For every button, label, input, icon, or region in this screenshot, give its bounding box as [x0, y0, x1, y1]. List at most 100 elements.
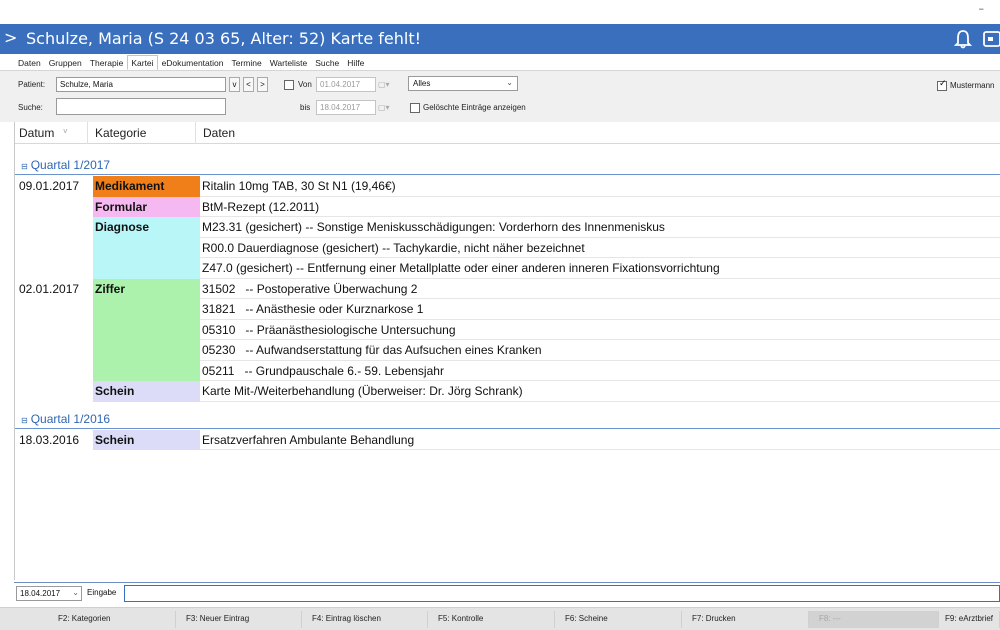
expand-chevron-icon[interactable]: > [4, 29, 17, 47]
suche-label: Suche: [18, 103, 43, 112]
tab-edokumentation[interactable]: eDokumentation [158, 55, 228, 70]
entry-date-value: 18.04.2017 [20, 589, 61, 598]
row-category [93, 360, 200, 381]
tab-therapie[interactable]: Therapie [86, 55, 128, 70]
tab-bar: Daten Gruppen Therapie Kartei eDokumenta… [14, 55, 368, 70]
entry-type-select[interactable]: Alles ⌄ [408, 76, 518, 91]
table-row[interactable]: 02.01.2017 Ziffer 31502 -- Postoperative Ü… [15, 278, 1000, 299]
mustermann-label: Mustermann [950, 81, 995, 90]
f4-delete-entry-button[interactable]: F4: Eintrag löschen [302, 611, 428, 628]
row-category [93, 299, 200, 320]
title-bar: > Schulze, Maria (S 24 03 65, Alter: 52)… [0, 24, 1000, 54]
von-calendar-icon[interactable]: ▢▾ [378, 80, 390, 89]
table-row[interactable]: R00.0 Dauerdiagnose (gesichert) -- Tachy… [15, 237, 1000, 258]
row-category [93, 258, 200, 279]
table-row[interactable]: Schein Karte Mit-/Weiterbehandlung (Überw… [15, 381, 1000, 402]
chevron-down-icon: ⌄ [506, 78, 513, 87]
f8-disabled-button: F8: --- [809, 611, 939, 628]
input-bar: 18.04.2017 ⌄ Eingabe [14, 582, 1000, 602]
column-header-kategorie[interactable]: Kategorie [95, 126, 146, 140]
function-key-bar: F2: Kategorien F3: Neuer Eintrag F4: Ein… [0, 607, 1000, 630]
table-row[interactable]: 05310 -- Präanästhesiologische Untersuch… [15, 319, 1000, 340]
record-grid: Datum ˅ Kategorie Daten ⊟ Quartal 1/2017 0… [14, 122, 1000, 580]
deleted-entries-label: Gelöschte Einträge anzeigen [423, 103, 526, 112]
patient-dropdown-button[interactable]: v [229, 77, 240, 92]
patient-label: Patient: [18, 80, 46, 89]
tab-termine[interactable]: Termine [227, 55, 265, 70]
mustermann-checkbox[interactable] [937, 79, 947, 91]
window-title: Schulze, Maria (S 24 03 65, Alter: 52) K… [26, 29, 422, 48]
f5-kontrolle-button[interactable]: F5: Kontrolle [428, 611, 555, 628]
table-row[interactable]: 09.01.2017 Medikament Ritalin 10mg TAB, 30… [15, 176, 1000, 197]
column-divider[interactable] [87, 122, 88, 144]
sort-indicator-icon: ˅ [63, 127, 68, 136]
row-date: 18.03.2016 [19, 432, 80, 447]
row-date: 02.01.2017 [19, 281, 80, 296]
suche-input[interactable] [56, 98, 226, 115]
collapse-icon[interactable]: ⊟ [21, 416, 28, 425]
row-category: Schein [93, 381, 200, 402]
row-category: Ziffer [93, 278, 200, 299]
f6-scheine-button[interactable]: F6: Scheine [555, 611, 682, 628]
column-header-datum[interactable]: Datum [19, 126, 54, 140]
collapse-icon[interactable]: ⊟ [21, 162, 28, 171]
table-row[interactable]: Z47.0 (gesichert) -- Entfernung einer Me… [15, 258, 1000, 279]
row-category [93, 340, 200, 361]
bis-date-input[interactable]: 18.04.2017 [316, 100, 376, 115]
tab-hilfe[interactable]: Hilfe [343, 55, 368, 70]
row-data: 31821 -- Anästhesie oder Kurznarkose 1 [200, 299, 1000, 320]
bell-icon[interactable] [952, 28, 974, 50]
patient-input[interactable]: Schulze, Maria [56, 77, 226, 92]
row-data: BtM-Rezept (12.2011) [200, 197, 1000, 217]
f9-earztbrief-button[interactable]: F9: eArztbrief [939, 611, 1000, 628]
row-category [93, 319, 200, 340]
row-date: 09.01.2017 [19, 179, 80, 193]
von-label: Von [298, 80, 312, 89]
tab-gruppen[interactable]: Gruppen [45, 55, 86, 70]
row-category [93, 237, 200, 258]
column-header-daten[interactable]: Daten [203, 126, 235, 140]
entry-date-select[interactable]: 18.04.2017 ⌄ [16, 586, 82, 601]
previous-patient-button[interactable]: < [243, 77, 254, 92]
eingabe-label: Eingabe [87, 588, 117, 597]
row-data: Ritalin 10mg TAB, 30 St N1 (19,46€) [200, 176, 1000, 197]
von-date-input[interactable]: 01.04.2017 [316, 77, 376, 92]
next-patient-button[interactable]: > [257, 77, 268, 92]
column-divider[interactable] [195, 122, 196, 144]
table-row[interactable]: 18.03.2016 Schein Ersatzverfahren Ambulant… [15, 429, 1000, 450]
card-reader-icon[interactable] [982, 30, 1000, 48]
bis-label: bis [300, 103, 311, 112]
f3-new-entry-button[interactable]: F3: Neuer Eintrag [176, 611, 302, 628]
chevron-down-icon: ⌄ [72, 588, 79, 597]
grid-header: Datum ˅ Kategorie Daten [15, 122, 1000, 144]
row-data: Karte Mit-/Weiterbehandlung (Überweiser:… [200, 381, 1000, 402]
row-category: Diagnose [93, 217, 200, 238]
row-data: M23.31 (gesichert) -- Sonstige Meniskuss… [200, 217, 1000, 238]
table-row[interactable]: 05211 -- Grundpauschale 6.- 59. Lebensja… [15, 360, 1000, 381]
quarter-group-header[interactable]: ⊟ Quartal 1/2017 [15, 158, 1000, 175]
tab-warteliste[interactable]: Warteliste [266, 55, 311, 70]
row-category: Formular [93, 196, 200, 217]
row-data: 31502 -- Postoperative Überwachung 2 [200, 279, 1000, 299]
table-row[interactable]: Formular BtM-Rezept (12.2011) [15, 196, 1000, 217]
von-checkbox[interactable] [284, 80, 294, 90]
table-row[interactable]: 05230 -- Aufwandserstattung für das Aufs… [15, 340, 1000, 361]
top-strip: – [0, 0, 1000, 24]
table-row[interactable]: 31821 -- Anästhesie oder Kurznarkose 1 [15, 299, 1000, 320]
tab-daten[interactable]: Daten [14, 55, 45, 70]
row-data: Z47.0 (gesichert) -- Entfernung einer Me… [200, 258, 1000, 279]
row-data: 05230 -- Aufwandserstattung für das Aufs… [200, 340, 1000, 361]
f2-kategorien-button[interactable]: F2: Kategorien [48, 611, 176, 628]
quarter-group-header[interactable]: ⊟ Quartal 1/2016 [15, 412, 1000, 429]
quarter-label: Quartal 1/2016 [30, 411, 111, 426]
f7-drucken-button[interactable]: F7: Drucken [682, 611, 809, 628]
eingabe-input[interactable] [124, 585, 1000, 602]
entry-type-value: Alles [413, 79, 431, 88]
deleted-entries-checkbox[interactable] [410, 103, 420, 113]
table-row[interactable]: Diagnose M23.31 (gesichert) -- Sonstige M… [15, 217, 1000, 238]
row-data: 05211 -- Grundpauschale 6.- 59. Lebensja… [200, 361, 1000, 381]
tab-suche[interactable]: Suche [311, 55, 343, 70]
tab-kartei[interactable]: Kartei [127, 55, 158, 70]
bis-calendar-icon[interactable]: ▢▾ [378, 103, 390, 112]
minimize-button[interactable]: – [979, 2, 985, 15]
